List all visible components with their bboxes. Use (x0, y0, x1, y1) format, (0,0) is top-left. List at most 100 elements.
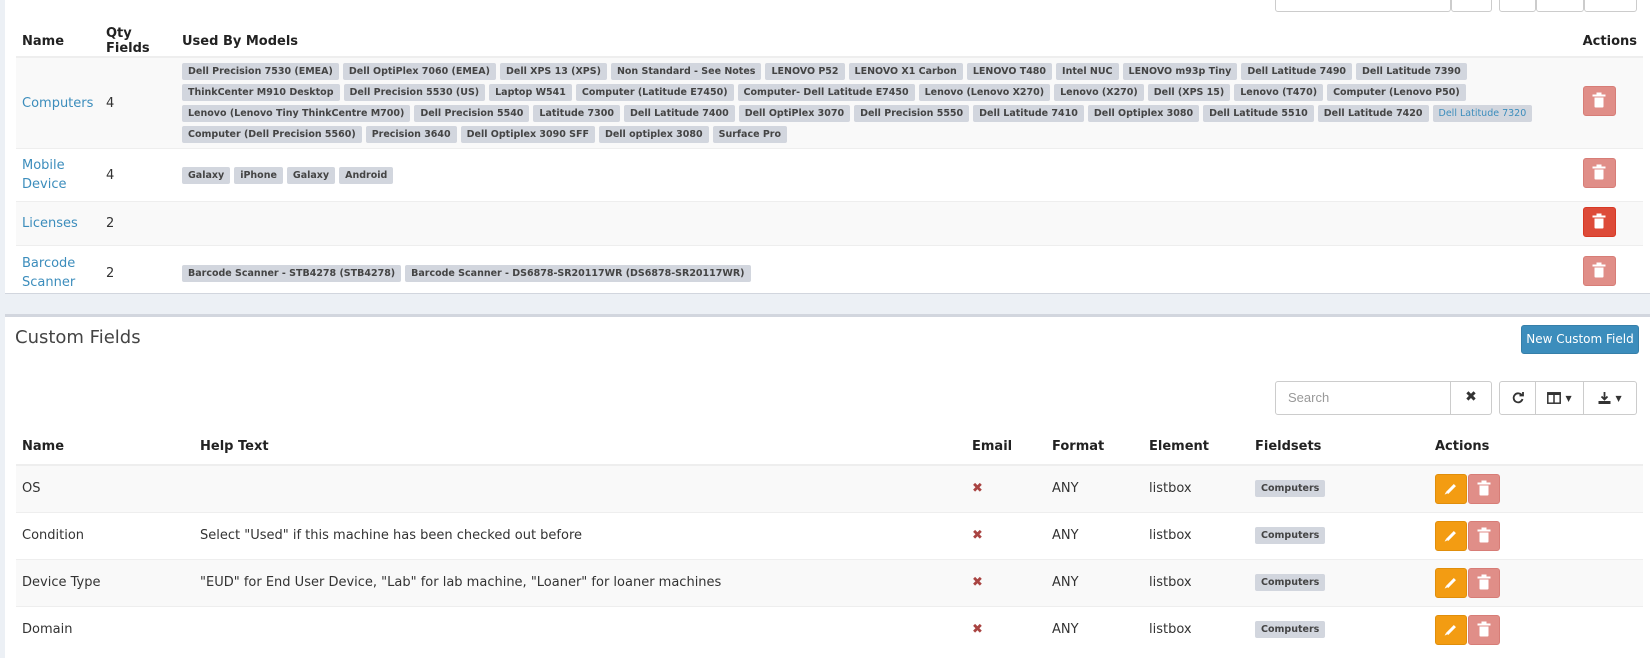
delete-fieldset-button[interactable] (1582, 256, 1616, 287)
model-label[interactable]: Android (339, 166, 394, 184)
fieldset-qty: 2 (100, 201, 176, 246)
model-label[interactable]: Dell Optiplex 3090 SFF (460, 126, 595, 143)
fieldsets-search-input[interactable] (1275, 0, 1451, 12)
model-label[interactable]: Dell XPS 13 (XPS) (500, 63, 607, 80)
fieldset-label[interactable]: Computers (1255, 621, 1326, 639)
model-label[interactable]: Galaxy (286, 166, 336, 184)
trash-icon (1477, 621, 1491, 637)
edit-button[interactable] (1435, 614, 1467, 645)
model-label[interactable]: Laptop W541 (489, 84, 572, 101)
fieldsets-refresh-button[interactable] (1499, 0, 1536, 12)
edit-button[interactable] (1435, 520, 1467, 551)
custom-fields-title: Custom Fields (15, 327, 141, 348)
custom-field-fieldsets: Computers (1249, 605, 1429, 653)
model-label[interactable]: Dell (XPS 15) (1147, 84, 1231, 101)
fieldset-name-link[interactable]: Mobile Device (22, 156, 82, 194)
fieldset-models-cell: Galaxy iPhone Galaxy Android (176, 148, 1577, 202)
model-label[interactable]: Computer (Lenovo P50) (1327, 84, 1466, 101)
col-qty[interactable]: Qty Fields (100, 26, 176, 58)
model-label[interactable]: Barcode Scanner - STB4278 (STB4278) (182, 264, 402, 282)
model-label[interactable]: Lenovo (T470) (1234, 84, 1324, 101)
clear-search-button[interactable]: ✖ (1451, 381, 1492, 415)
model-label[interactable]: Dell Latitude 5510 (1203, 105, 1314, 122)
model-label[interactable]: Dell Precision 7530 (EMEA) (182, 63, 339, 80)
fieldsets-export-button[interactable] (1584, 0, 1637, 12)
model-label[interactable]: LENOVO P52 (765, 63, 845, 80)
model-label[interactable]: LENOVO T480 (966, 63, 1053, 80)
times-icon: ✖ (972, 575, 983, 590)
custom-field-name: OS (16, 464, 194, 512)
delete-fieldset-button[interactable] (1582, 206, 1616, 237)
fieldset-name-link[interactable]: Barcode Scanner (22, 254, 82, 292)
delete-fieldset-button[interactable] (1582, 86, 1616, 116)
model-label[interactable]: Dell Latitude 7490 (1241, 63, 1353, 80)
fieldset-row: Barcode Scanner 2 Barcode Scanner - STB427… (16, 245, 1643, 293)
col-cf-format[interactable]: Format (1046, 429, 1143, 466)
fieldset-label[interactable]: Computers (1255, 527, 1326, 544)
model-label[interactable]: Intel NUC (1056, 63, 1119, 80)
edit-button[interactable] (1435, 567, 1467, 598)
model-label[interactable]: Dell Latitude 7410 (973, 105, 1084, 122)
fieldsets-table: Name Qty Fields Used By Models Actions C… (16, 26, 1643, 293)
model-label[interactable]: Dell Precision 5530 (US) (343, 84, 486, 101)
search-input[interactable]: Search (1275, 381, 1451, 415)
fieldset-name-link[interactable]: Computers (22, 96, 93, 111)
model-label[interactable]: ThinkCenter M910 Desktop (182, 84, 340, 101)
model-label[interactable]: Non Standard - See Notes (610, 63, 762, 80)
model-label[interactable]: Barcode Scanner - DS6878-SR20117WR (DS68… (405, 264, 751, 282)
model-label[interactable]: Precision 3640 (365, 126, 457, 143)
delete-fieldset-button[interactable] (1582, 158, 1616, 188)
model-label[interactable]: Latitude 7300 (533, 105, 620, 122)
edit-button[interactable] (1435, 473, 1467, 504)
model-label[interactable]: Dell Latitude 7420 (1317, 105, 1429, 122)
trash-icon (1592, 92, 1606, 108)
col-name[interactable]: Name (16, 26, 100, 58)
custom-field-help (194, 464, 966, 512)
fieldset-label[interactable]: Computers (1255, 480, 1326, 498)
delete-button[interactable] (1468, 473, 1500, 504)
col-cf-element[interactable]: Element (1143, 429, 1249, 466)
col-cf-email[interactable]: Email (966, 429, 1046, 466)
model-label[interactable]: Surface Pro (712, 126, 788, 143)
fieldset-name-link[interactable]: Licenses (22, 216, 78, 231)
model-label[interactable]: LENOVO m93p Tiny (1122, 63, 1238, 80)
col-cf-help[interactable]: Help Text (194, 429, 966, 466)
model-label[interactable]: iPhone (234, 166, 283, 184)
model-label[interactable]: Computer- Dell Latitude E7450 (737, 84, 915, 101)
model-label[interactable]: LENOVO X1 Carbon (848, 63, 963, 80)
model-label[interactable]: Dell Optiplex 3080 (1087, 105, 1200, 122)
model-label[interactable]: Computer (Dell Precision 5560) (182, 126, 362, 143)
model-label[interactable]: Dell optiplex 3080 (598, 126, 709, 143)
model-label[interactable]: Galaxy (182, 166, 231, 184)
fieldsets-columns-button[interactable] (1536, 0, 1584, 12)
delete-button[interactable] (1468, 614, 1500, 645)
delete-button[interactable] (1468, 567, 1500, 598)
new-custom-field-button[interactable]: New Custom Field (1521, 325, 1639, 354)
fieldset-label[interactable]: Computers (1255, 574, 1326, 591)
model-label[interactable]: Lenovo (Lenovo X270) (918, 84, 1051, 101)
model-label[interactable]: Dell Latitude 7320 (1432, 105, 1533, 122)
refresh-button[interactable] (1499, 381, 1536, 415)
custom-fields-box: Custom Fields New Custom Field Search ✖ … (5, 314, 1650, 658)
model-label[interactable]: Dell OptiPlex 3070 (738, 105, 851, 122)
custom-field-name: Domain (16, 605, 194, 653)
model-label[interactable]: Dell Precision 5550 (854, 105, 970, 122)
delete-button[interactable] (1468, 520, 1500, 551)
fieldsets-clear-button[interactable] (1451, 0, 1492, 12)
export-button[interactable]: ▼ (1584, 381, 1637, 415)
model-label[interactable]: Dell OptiPlex 7060 (EMEA) (342, 63, 496, 80)
custom-field-help: "EUD" for End User Device, "Lab" for lab… (194, 558, 966, 606)
model-label[interactable]: Dell Precision 5540 (414, 105, 530, 122)
model-label[interactable]: Dell Latitude 7400 (623, 105, 735, 122)
custom-field-name: Device Type (16, 558, 194, 606)
caret-down-icon: ▼ (1615, 394, 1622, 403)
fieldset-actions-cell (1576, 56, 1643, 149)
model-label[interactable]: Computer (Latitude E7450) (575, 84, 734, 101)
columns-button[interactable]: ▼ (1536, 381, 1584, 415)
col-models[interactable]: Used By Models (176, 26, 1577, 58)
col-cf-name[interactable]: Name (16, 429, 194, 466)
model-label[interactable]: Lenovo (X270) (1054, 84, 1144, 101)
col-cf-fieldsets[interactable]: Fieldsets (1249, 429, 1429, 466)
model-label[interactable]: Lenovo (Lenovo Tiny ThinkCentre M700) (182, 105, 411, 122)
model-label[interactable]: Dell Latitude 7390 (1356, 63, 1467, 80)
